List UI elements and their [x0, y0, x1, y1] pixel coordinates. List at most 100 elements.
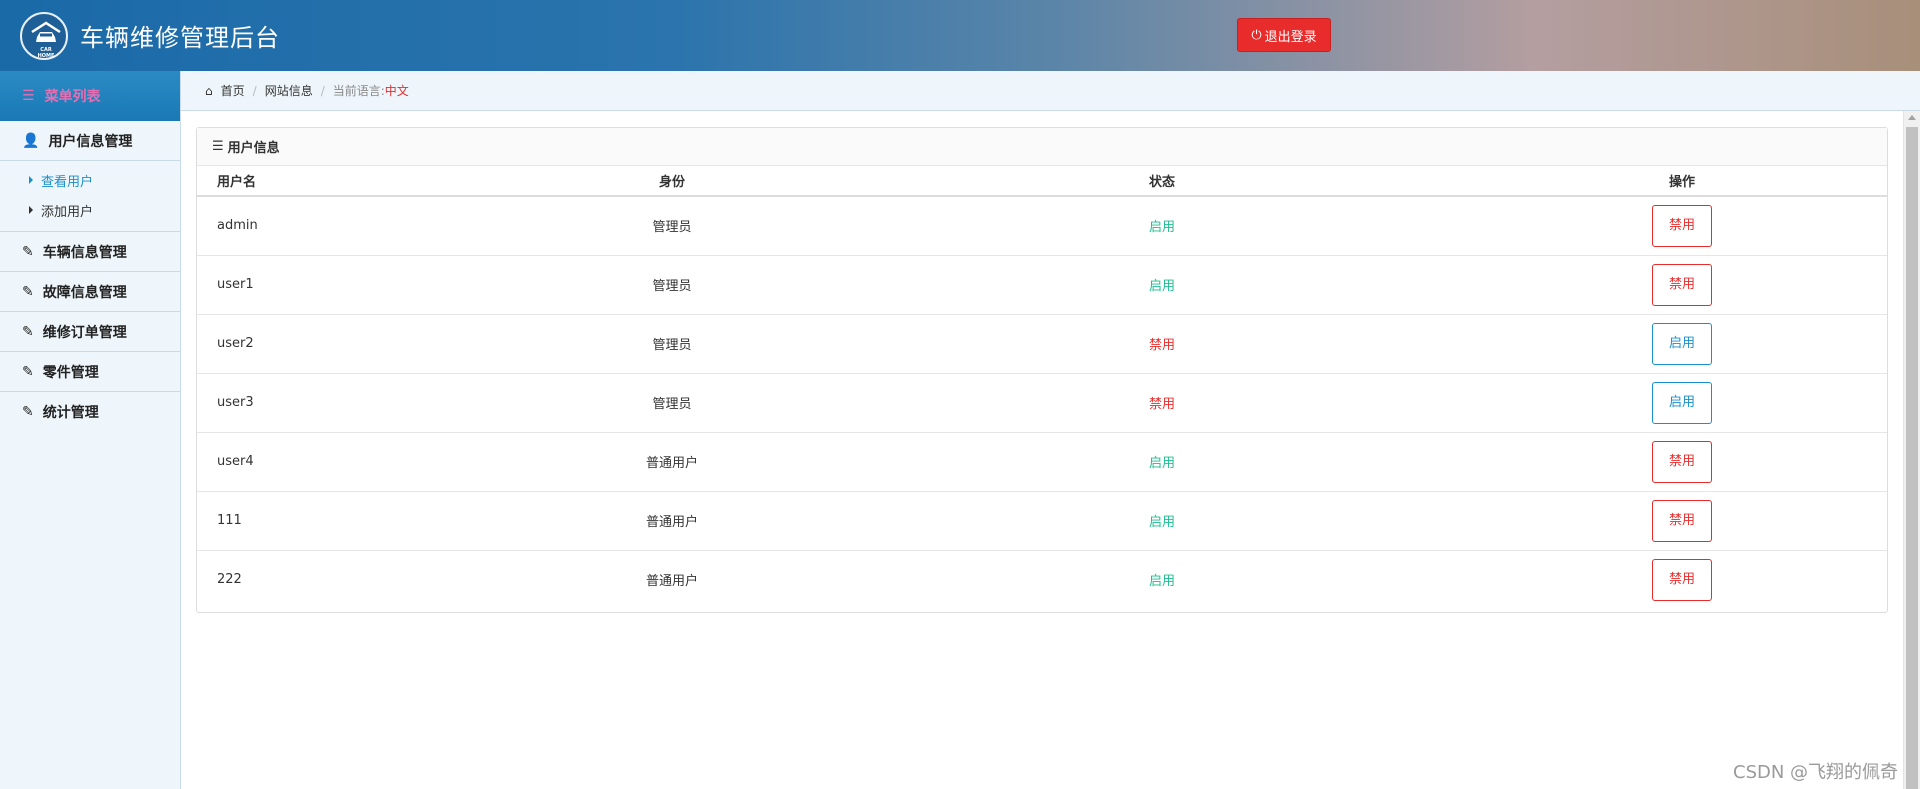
column-header-status: 状态 — [847, 166, 1477, 197]
edit-icon: ✎ — [22, 323, 34, 340]
table-row: 111 普通用户 启用 禁用 — [197, 491, 1887, 551]
breadcrumb: ⌂ 首页 / 网站信息 / 当前语言:中文 — [181, 71, 1920, 111]
sidebar: ☰ 菜单列表 👤 用户信息管理 查看用户 添加用户 ✎ 车辆信息管理 ✎ 故障信… — [0, 71, 181, 789]
panel-title: 用户信息 — [227, 141, 280, 156]
edit-icon: ✎ — [22, 363, 34, 380]
status-cell: 启用 — [847, 432, 1477, 492]
table-row: user2 管理员 禁用 启用 — [197, 314, 1887, 374]
username-cell: user3 — [197, 373, 497, 433]
role-cell: 普通用户 — [497, 491, 847, 551]
action-cell: 禁用 — [1477, 196, 1887, 256]
username-cell: admin — [197, 196, 497, 256]
user-table: 用户名 身份 状态 操作 admin 管理员 启用 禁用 user1 管理员 启用 禁用 use… — [197, 166, 1887, 609]
logout-label: 退出登录 — [1264, 29, 1317, 45]
table-row: admin 管理员 启用 禁用 — [197, 196, 1887, 256]
home-icon: ⌂ — [205, 83, 213, 98]
user-submenu: 查看用户 添加用户 — [0, 160, 180, 231]
sidebar-group-stats: ✎ 统计管理 — [0, 392, 180, 431]
language-value: 中文 — [384, 84, 409, 98]
toggle-status-button[interactable]: 禁用 — [1652, 499, 1712, 542]
subitem-label: 查看用户 — [41, 174, 94, 190]
action-cell: 禁用 — [1477, 550, 1887, 609]
breadcrumb-home[interactable]: 首页 — [221, 82, 245, 99]
table-row: 222 普通用户 启用 禁用 — [197, 550, 1887, 609]
panel-header: ☰ 用户信息 — [197, 128, 1887, 166]
sidebar-group-orders: ✎ 维修订单管理 — [0, 312, 180, 352]
app-title: 车辆维修管理后台 — [80, 24, 280, 52]
table-row: user3 管理员 禁用 启用 — [197, 373, 1887, 433]
edit-icon: ✎ — [22, 283, 34, 300]
sidebar-item-label: 统计管理 — [42, 404, 99, 421]
user-info-panel: ☰ 用户信息 用户名 身份 状态 操作 admin 管理员 启用 禁用 user1 管理员… — [196, 127, 1888, 613]
action-cell: 启用 — [1477, 314, 1887, 374]
power-icon: ⏻ — [1251, 27, 1262, 43]
top-header: CAR HOME 车辆维修管理后台 ⏻ 退出登录 — [0, 0, 1920, 71]
sidebar-item-parts-management[interactable]: ✎ 零件管理 — [0, 352, 180, 391]
action-cell: 禁用 — [1477, 491, 1887, 551]
sidebar-group-users: 👤 用户信息管理 查看用户 添加用户 — [0, 121, 180, 232]
status-cell: 启用 — [1148, 574, 1175, 590]
sidebar-group-parts: ✎ 零件管理 — [0, 352, 180, 392]
toggle-status-button[interactable]: 启用 — [1652, 381, 1712, 424]
list-icon: ☰ — [212, 139, 224, 154]
table-row: user4 普通用户 启用 禁用 — [197, 432, 1887, 492]
action-cell: 禁用 — [1477, 432, 1887, 492]
sidebar-item-vehicle-management[interactable]: ✎ 车辆信息管理 — [0, 232, 180, 271]
username-cell: user1 — [197, 255, 497, 315]
logout-button[interactable]: ⏻ 退出登录 — [1237, 18, 1331, 52]
sidebar-group-vehicles: ✎ 车辆信息管理 — [0, 232, 180, 272]
sidebar-item-fault-management[interactable]: ✎ 故障信息管理 — [0, 272, 180, 311]
language-label: 当前语言: — [332, 84, 385, 98]
sidebar-subitem-add-user[interactable]: 添加用户 — [0, 195, 180, 225]
sidebar-item-label: 维修订单管理 — [42, 324, 127, 341]
table-header-row: 用户名 身份 状态 操作 — [197, 166, 1887, 197]
status-cell: 禁用 — [847, 373, 1477, 433]
edit-icon: ✎ — [22, 243, 34, 260]
menu-header[interactable]: ☰ 菜单列表 — [0, 71, 180, 121]
sidebar-item-order-management[interactable]: ✎ 维修订单管理 — [0, 312, 180, 351]
sidebar-item-label: 用户信息管理 — [48, 133, 133, 150]
toggle-status-button[interactable]: 禁用 — [1652, 558, 1712, 601]
breadcrumb-section[interactable]: 网站信息 — [265, 82, 313, 99]
sidebar-item-label: 故障信息管理 — [42, 284, 127, 301]
car-icon — [31, 21, 61, 42]
edit-icon: ✎ — [22, 403, 34, 420]
username-cell: 111 — [197, 491, 497, 551]
breadcrumb-separator: / — [252, 83, 257, 98]
sidebar-item-label: 车辆信息管理 — [42, 244, 127, 261]
action-cell: 启用 — [1477, 373, 1887, 433]
subitem-label: 添加用户 — [41, 204, 94, 220]
username-cell: 222 — [217, 572, 242, 588]
watermark: CSDN @飞翔的佩奇 — [1733, 762, 1899, 783]
sidebar-group-faults: ✎ 故障信息管理 — [0, 272, 180, 312]
logo-text: CAR HOME — [37, 47, 55, 59]
sidebar-item-stats-management[interactable]: ✎ 统计管理 — [0, 392, 180, 431]
table-row: user1 管理员 启用 禁用 — [197, 255, 1887, 315]
role-cell: 管理员 — [497, 314, 847, 374]
column-header-action: 操作 — [1477, 166, 1887, 197]
username-cell: user2 — [197, 314, 497, 374]
caret-right-icon — [29, 176, 33, 184]
scroll-thumb[interactable] — [1906, 127, 1918, 789]
sidebar-item-label: 零件管理 — [42, 364, 99, 381]
list-icon: ☰ — [22, 88, 35, 104]
status-cell: 启用 — [847, 196, 1477, 256]
toggle-status-button[interactable]: 禁用 — [1652, 440, 1712, 483]
vertical-scrollbar[interactable] — [1903, 111, 1920, 789]
toggle-status-button[interactable]: 禁用 — [1652, 204, 1712, 247]
scroll-up-arrow-icon[interactable] — [1908, 115, 1916, 120]
action-cell: 禁用 — [1477, 255, 1887, 315]
breadcrumb-separator: / — [320, 83, 325, 98]
sidebar-subitem-view-users[interactable]: 查看用户 — [0, 165, 180, 195]
caret-right-icon — [29, 206, 33, 214]
toggle-status-button[interactable]: 禁用 — [1652, 263, 1712, 306]
role-cell: 普通用户 — [645, 574, 698, 590]
username-cell: user4 — [197, 432, 497, 492]
car-home-logo: CAR HOME — [20, 12, 68, 60]
role-cell: 管理员 — [497, 196, 847, 256]
role-cell: 普通用户 — [497, 432, 847, 492]
menu-title: 菜单列表 — [44, 89, 101, 105]
toggle-status-button[interactable]: 启用 — [1652, 322, 1712, 365]
status-cell: 禁用 — [847, 314, 1477, 374]
sidebar-item-user-management[interactable]: 👤 用户信息管理 — [0, 121, 180, 160]
